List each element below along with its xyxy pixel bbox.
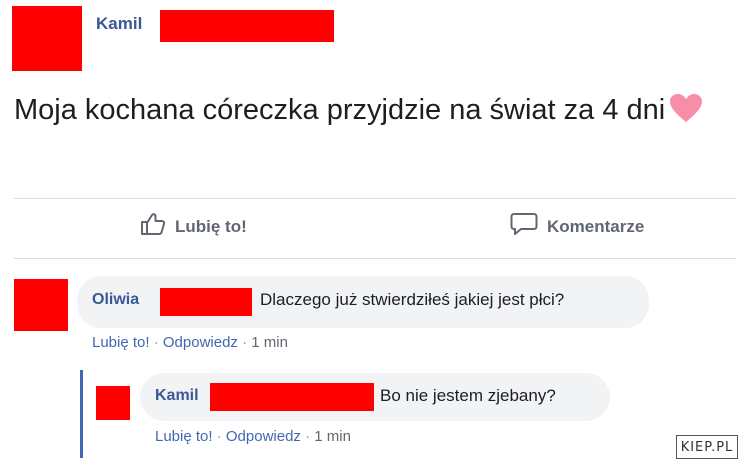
post-author-surname-redaction (160, 10, 334, 42)
meta-separator: · (153, 334, 159, 351)
heart-icon (669, 93, 703, 134)
meta-separator: · (242, 334, 248, 351)
post-author-avatar-redacted[interactable] (12, 6, 82, 71)
watermark-logo: KIEP.PL (676, 435, 738, 459)
reply-timestamp[interactable]: 1 min (314, 428, 351, 445)
reply-author-surname-redaction (210, 383, 374, 411)
reply-author-avatar-redacted[interactable] (96, 386, 130, 420)
like-button[interactable]: Lubię to! (140, 212, 247, 241)
thumbs-up-icon (140, 212, 166, 241)
reply-author[interactable]: Kamil (155, 387, 199, 405)
comment-text: Dlaczego już stwierdziłeś jakiej jest pł… (260, 290, 565, 309)
reply-thread-line (80, 370, 83, 458)
comment-button-label: Komentarze (547, 216, 645, 236)
comment-reply-link[interactable]: Odpowiedz (163, 334, 238, 351)
reply-reply-link[interactable]: Odpowiedz (226, 428, 301, 445)
like-button-label: Lubię to! (175, 216, 247, 236)
divider (14, 258, 736, 259)
reply-meta: Lubię to! · Odpowiedz · 1 min (155, 428, 351, 445)
comment-button[interactable]: Komentarze (510, 212, 644, 241)
reply-like-link[interactable]: Lubię to! (155, 428, 213, 445)
speech-bubble-icon (510, 212, 538, 241)
comment-timestamp[interactable]: 1 min (251, 334, 288, 351)
divider (14, 198, 736, 199)
post-text: Moja kochana córeczka przyjdzie na świat… (14, 90, 734, 134)
reply-text: Bo nie jestem zjebany? (380, 386, 556, 405)
meta-separator: · (216, 428, 222, 445)
comment-author[interactable]: Oliwia (92, 291, 139, 309)
meta-separator: · (305, 428, 311, 445)
post-text-content: Moja kochana córeczka przyjdzie na świat… (14, 94, 666, 126)
comment-like-link[interactable]: Lubię to! (92, 334, 150, 351)
commenter-avatar-redacted[interactable] (14, 279, 68, 331)
comment-author-surname-redaction (160, 288, 252, 316)
post-author-name[interactable]: Kamil (96, 14, 142, 34)
comment-meta: Lubię to! · Odpowiedz · 1 min (92, 334, 288, 351)
